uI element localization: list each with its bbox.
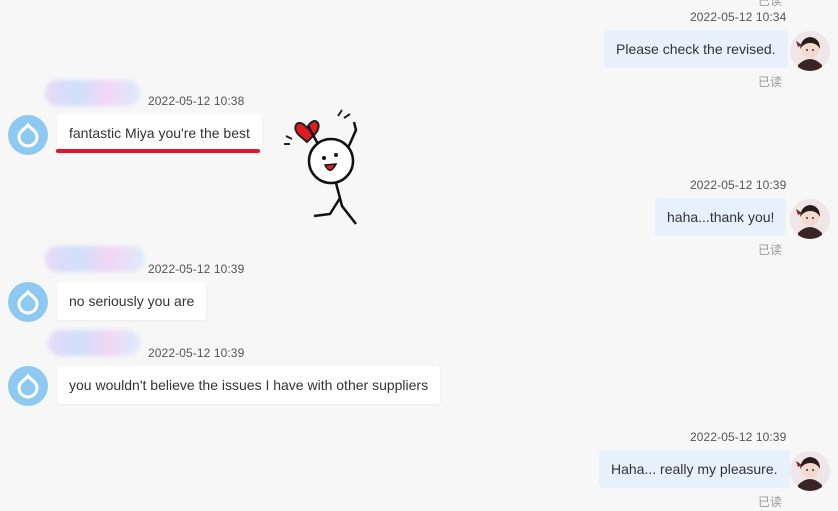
contact-avatar-icon[interactable]: [8, 366, 48, 406]
message-timestamp: 2022-05-12 10:39: [690, 430, 787, 444]
read-status: 已读: [758, 75, 783, 89]
message-bubble-incoming[interactable]: you wouldn't believe the issues I have w…: [57, 366, 441, 404]
user-avatar-icon[interactable]: [790, 31, 830, 71]
user-avatar-icon[interactable]: [790, 199, 830, 239]
message-timestamp: 2022-05-12 10:34: [690, 10, 787, 24]
message-bubble-incoming[interactable]: no seriously you are: [57, 282, 207, 320]
message-bubble-outgoing[interactable]: Please check the revised.: [604, 30, 788, 68]
message-bubble-incoming[interactable]: fantastic Miya you're the best: [57, 114, 262, 152]
read-status: 已读: [758, 495, 783, 509]
user-avatar-icon[interactable]: [790, 451, 830, 491]
message-bubble-outgoing[interactable]: Haha... really my pleasure.: [599, 450, 790, 488]
sender-name-redacted: [45, 246, 145, 272]
message-timestamp: 2022-05-12 10:38: [148, 94, 245, 108]
sender-name-redacted: [48, 330, 140, 356]
sender-name-redacted: [45, 80, 140, 106]
message-timestamp: 2022-05-12 10:39: [148, 346, 245, 360]
message-timestamp: 2022-05-12 10:39: [148, 262, 245, 276]
contact-avatar-icon[interactable]: [8, 282, 48, 322]
read-status: 已读: [758, 243, 783, 257]
message-bubble-outgoing[interactable]: haha...thank you!: [655, 198, 787, 236]
stick-figure-heart-sticker: [278, 106, 373, 236]
contact-avatar-icon[interactable]: [8, 115, 48, 155]
message-timestamp: 2022-05-12 10:39: [690, 178, 787, 192]
highlight-underline: [56, 149, 260, 153]
read-status-clipped: 已读: [758, 0, 783, 8]
